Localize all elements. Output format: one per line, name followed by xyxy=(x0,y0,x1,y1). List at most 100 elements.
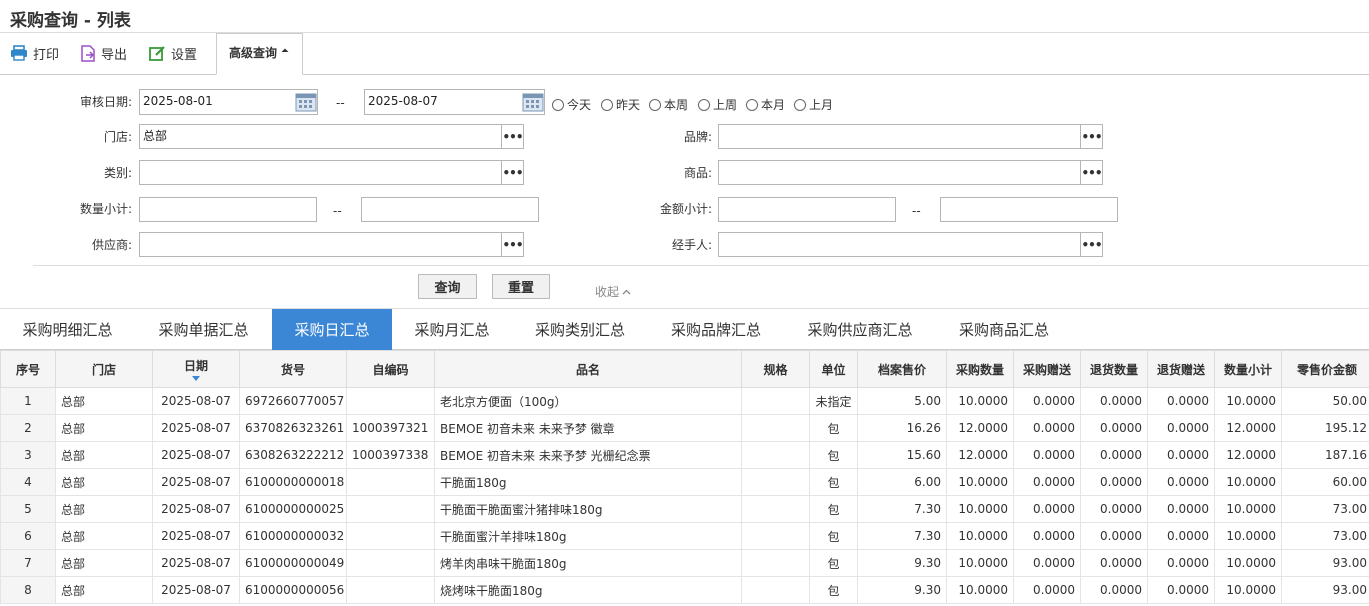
table-cell: 0.0000 xyxy=(1147,495,1215,523)
settings-label: 设置 xyxy=(171,47,198,63)
col-header[interactable]: 数量小计 xyxy=(1214,350,1282,388)
query-button[interactable]: 查询 xyxy=(418,274,477,299)
table-cell: 10.0000 xyxy=(1214,522,1282,550)
tab-purchase-supplier[interactable]: 采购供应商汇总 xyxy=(784,309,936,350)
quick-date-yesterday[interactable]: 昨天 xyxy=(601,96,640,113)
table-cell: 0.0000 xyxy=(1013,522,1081,550)
table-cell: 干脆面180g xyxy=(434,468,742,496)
col-header[interactable]: 单位 xyxy=(809,350,858,388)
tab-purchase-daily[interactable]: 采购日汇总 xyxy=(272,309,392,350)
export-icon xyxy=(81,44,95,62)
table-cell: 0.0000 xyxy=(1080,414,1148,442)
col-header[interactable]: 品名 xyxy=(434,350,742,388)
radio-icon xyxy=(794,98,806,111)
table-row[interactable]: 2 总部 2025-08-07 6370826323261 1000397321 BEMO… xyxy=(0,414,1369,442)
table-cell: 0.0000 xyxy=(1013,468,1081,496)
qty-max-input[interactable] xyxy=(361,197,539,222)
tab-purchase-monthly[interactable]: 采购月汇总 xyxy=(392,309,512,350)
table-cell: 10.0000 xyxy=(946,495,1014,523)
calendar-icon[interactable] xyxy=(295,91,317,112)
table-cell: 烧烤味干脆面180g xyxy=(434,576,742,604)
table-cell: 12.0000 xyxy=(946,414,1014,442)
category-picker-button[interactable]: ••• xyxy=(501,160,524,185)
date-from-input[interactable]: 2025-08-01 xyxy=(139,89,318,115)
amount-max-input[interactable] xyxy=(940,197,1118,222)
supplier-input[interactable] xyxy=(139,232,502,257)
table-cell: 0.0000 xyxy=(1080,387,1148,415)
table-cell: 10.0000 xyxy=(1214,549,1282,577)
quick-date-last-month[interactable]: 上月 xyxy=(794,96,833,113)
col-header[interactable]: 规格 xyxy=(741,350,810,388)
table-cell: 16.26 xyxy=(857,414,947,442)
table-row[interactable]: 8 总部 2025-08-07 6100000000056 烧烤味干脆面180g 包 9.3… xyxy=(0,576,1369,604)
col-header[interactable]: 零售价金额 xyxy=(1281,350,1369,388)
table-cell xyxy=(741,522,810,550)
table-row[interactable]: 1 总部 2025-08-07 6972660770057 老北京方便面（100g） 未指… xyxy=(0,387,1369,415)
col-header[interactable]: 自编码 xyxy=(346,350,435,388)
tab-purchase-detail[interactable]: 采购明细汇总 xyxy=(0,309,135,350)
brand-picker-button[interactable]: ••• xyxy=(1080,124,1103,149)
qty-min-input[interactable] xyxy=(139,197,317,222)
calendar-icon[interactable] xyxy=(522,91,544,112)
table-row[interactable]: 3 总部 2025-08-07 6308263222212 1000397338 BEMO… xyxy=(0,441,1369,469)
col-header[interactable]: 采购数量 xyxy=(946,350,1014,388)
table-cell: 10.0000 xyxy=(946,387,1014,415)
table-cell: 包 xyxy=(809,468,858,496)
table-cell: 50.00 xyxy=(1281,387,1369,415)
report-tabs: 采购明细汇总 采购单据汇总 采购日汇总 采购月汇总 采购类别汇总 采购品牌汇总 … xyxy=(0,308,1369,350)
edit-icon xyxy=(149,45,165,61)
table-row[interactable]: 4 总部 2025-08-07 6100000000018 干脆面180g 包 6.00 10… xyxy=(0,468,1369,496)
tab-purchase-category[interactable]: 采购类别汇总 xyxy=(512,309,648,350)
export-button[interactable]: 导出 xyxy=(80,43,127,63)
collapse-toggle[interactable]: 收起 xyxy=(595,283,631,300)
table-row[interactable]: 5 总部 2025-08-07 6100000000025 干脆面干脆面蜜汁猪排味180… xyxy=(0,495,1369,523)
col-header[interactable]: 序号 xyxy=(0,350,56,388)
table-cell: 0.0000 xyxy=(1013,549,1081,577)
quick-date-this-week[interactable]: 本周 xyxy=(649,96,688,113)
radio-icon xyxy=(601,98,613,111)
table-cell xyxy=(741,495,810,523)
store-picker-button[interactable]: ••• xyxy=(501,124,524,149)
advanced-query-label: 高级查询 xyxy=(228,46,277,60)
reset-button[interactable]: 重置 xyxy=(492,274,550,299)
brand-input[interactable] xyxy=(718,124,1081,149)
table-cell: 0.0000 xyxy=(1013,414,1081,442)
col-header-date[interactable]: 日期 xyxy=(152,350,240,388)
category-input[interactable] xyxy=(139,160,502,185)
product-input[interactable] xyxy=(718,160,1081,185)
table-row[interactable]: 7 总部 2025-08-07 6100000000049 烤羊肉串味干脆面180g 包 9… xyxy=(0,549,1369,577)
product-picker-button[interactable]: ••• xyxy=(1080,160,1103,185)
table-cell: 老北京方便面（100g） xyxy=(434,387,742,415)
col-header[interactable]: 档案售价 xyxy=(857,350,947,388)
radio-icon xyxy=(698,98,710,111)
tab-purchase-documents[interactable]: 采购单据汇总 xyxy=(135,309,272,350)
col-header[interactable]: 门店 xyxy=(55,350,153,388)
table-cell: 烤羊肉串味干脆面180g xyxy=(434,549,742,577)
print-button[interactable]: 打印 xyxy=(10,43,59,63)
col-header[interactable]: 货号 xyxy=(239,350,347,388)
table-cell: 2025-08-07 xyxy=(152,414,240,442)
col-header[interactable]: 采购赠送 xyxy=(1013,350,1081,388)
table-cell: 2025-08-07 xyxy=(152,468,240,496)
quick-date-today[interactable]: 今天 xyxy=(552,96,591,113)
table-cell: 0.0000 xyxy=(1080,468,1148,496)
tab-purchase-brand[interactable]: 采购品牌汇总 xyxy=(648,309,784,350)
table-row[interactable]: 6 总部 2025-08-07 6100000000032 干脆面蜜汁羊排味180g 包 7… xyxy=(0,522,1369,550)
handler-input[interactable] xyxy=(718,232,1081,257)
handler-picker-button[interactable]: ••• xyxy=(1080,232,1103,257)
tab-purchase-product[interactable]: 采购商品汇总 xyxy=(936,309,1072,350)
amount-min-input[interactable] xyxy=(718,197,896,222)
col-header[interactable]: 退货数量 xyxy=(1080,350,1148,388)
table-cell: 5 xyxy=(0,495,56,523)
quick-date-this-month[interactable]: 本月 xyxy=(746,96,785,113)
table-body: 1 总部 2025-08-07 6972660770057 老北京方便面（100g） 未指… xyxy=(0,387,1369,604)
table-cell xyxy=(346,468,435,496)
supplier-picker-button[interactable]: ••• xyxy=(501,232,524,257)
settings-button[interactable]: 设置 xyxy=(149,43,197,63)
date-to-input[interactable]: 2025-08-07 xyxy=(364,89,545,115)
advanced-query-tab[interactable]: 高级查询 xyxy=(216,33,303,75)
quick-date-last-week[interactable]: 上周 xyxy=(698,96,737,113)
store-input[interactable]: 总部 xyxy=(139,124,502,149)
col-header[interactable]: 退货赠送 xyxy=(1147,350,1215,388)
more-icon: ••• xyxy=(1081,237,1102,252)
